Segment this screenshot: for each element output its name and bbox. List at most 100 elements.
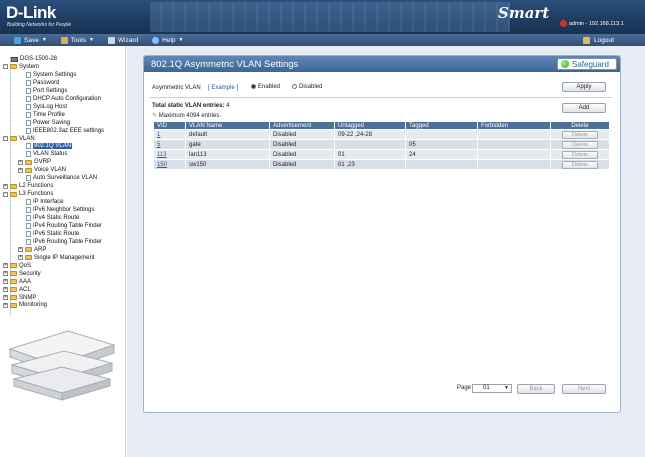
tree-item[interactable]: Password	[26, 79, 59, 87]
wizard-menu[interactable]: Wizard	[107, 36, 139, 44]
chevron-down-icon: ▼	[88, 37, 94, 43]
back-button[interactable]: Back	[517, 384, 555, 394]
add-button[interactable]: Add	[562, 103, 606, 113]
tree-item-label: L3 Functions	[19, 191, 54, 198]
expand-icon[interactable]: +	[18, 247, 23, 253]
apply-button[interactable]: Apply	[562, 82, 606, 92]
user-icon	[560, 20, 567, 27]
tree-item[interactable]: IP Interface	[26, 198, 64, 206]
save-menu[interactable]: Save ▼	[14, 36, 47, 44]
tree-item[interactable]: IPv4 Static Route	[26, 214, 79, 222]
page-icon	[26, 127, 31, 134]
tree-item[interactable]: + Monitoring	[3, 301, 47, 309]
tree-item[interactable]: System Settings	[26, 71, 76, 79]
tree-item[interactable]: Port Settings	[26, 87, 67, 95]
tree-item[interactable]: + Single IP Management	[18, 254, 95, 262]
tree-item[interactable]: DGS-1500-28	[11, 55, 57, 63]
safeguard-button[interactable]: Safeguard	[557, 58, 617, 70]
expand-icon[interactable]: +	[3, 287, 8, 293]
tree-item[interactable]: - VLAN	[3, 135, 35, 143]
tree-item[interactable]: DHCP Auto Configuration	[26, 95, 101, 103]
expand-icon[interactable]: +	[3, 295, 8, 300]
expand-icon[interactable]: +	[18, 167, 23, 173]
logout-button[interactable]: Logout	[583, 34, 614, 46]
vid-cell[interactable]: 150	[153, 159, 186, 170]
tree-item[interactable]: + Security	[3, 270, 41, 278]
tree-item[interactable]: IPv6 Static Route	[26, 230, 79, 238]
tree-item[interactable]: SysLog Host	[26, 103, 67, 111]
tree-item[interactable]: + L2 Functions	[3, 182, 53, 190]
col-forbidden: Forbidden	[477, 121, 551, 130]
delete-button[interactable]: Delete	[562, 160, 598, 169]
delete-button[interactable]: Delete	[562, 140, 598, 149]
total-entries-value: 4	[226, 103, 230, 109]
tree-item[interactable]: Time Profile	[26, 111, 65, 119]
help-menu[interactable]: Help ▼	[152, 36, 183, 44]
menu-bar: Save ▼ Tools ▼ Wizard Help ▼ Logout	[0, 34, 645, 46]
tree-item[interactable]: + AAA	[3, 278, 31, 286]
tree-item-label: L2 Functions	[19, 183, 54, 190]
untagged-cell: 09-22 ,24-28	[334, 129, 406, 140]
tree-item[interactable]: + QoS	[3, 262, 31, 270]
vlan-name-cell: sw150	[185, 159, 270, 170]
folder-icon	[10, 183, 17, 189]
asym-disabled-radio[interactable]: Disabled	[292, 84, 322, 90]
tree-item[interactable]: + GVRP	[18, 158, 51, 166]
folder-icon	[10, 263, 17, 269]
page-select[interactable]: 01 ▼	[472, 384, 512, 393]
collapse-icon[interactable]: -	[3, 136, 8, 141]
expand-icon[interactable]: +	[3, 263, 8, 269]
disabled-label: Disabled	[299, 84, 323, 91]
device-icon	[11, 56, 18, 62]
page-icon	[26, 230, 31, 237]
tree-item[interactable]: + ACL	[3, 286, 31, 294]
expand-icon[interactable]: +	[3, 183, 8, 189]
page-icon	[26, 215, 31, 221]
collapse-icon[interactable]: -	[3, 191, 8, 197]
tools-menu[interactable]: Tools ▼	[60, 36, 94, 44]
vid-cell[interactable]: 5	[153, 139, 186, 150]
untagged-cell	[334, 139, 406, 150]
page-icon	[26, 238, 31, 245]
vid-cell[interactable]: 113	[153, 149, 186, 160]
collapse-icon[interactable]: -	[3, 64, 8, 70]
expand-icon[interactable]: +	[3, 279, 8, 285]
vid-cell[interactable]: 1	[153, 129, 186, 140]
tree-item[interactable]: + Voice VLAN	[18, 166, 66, 174]
brand-tagline: Building Networks for People	[7, 22, 72, 28]
tree-item[interactable]: IPv4 Routing Table Finder	[26, 222, 102, 230]
tree-item[interactable]: IPv6 Routing Table Finder	[26, 238, 102, 246]
asym-enabled-radio[interactable]: Enabled	[251, 84, 280, 90]
user-label: admin - 192.168.113.1	[569, 20, 624, 27]
tree-item[interactable]: + SNMP	[3, 294, 36, 302]
chevron-down-icon: ▼	[41, 37, 47, 43]
tree-item[interactable]: - L3 Functions	[3, 190, 53, 198]
tree-item[interactable]: 802.1Q VLAN	[26, 142, 73, 150]
example-link[interactable]: [ Example ]	[208, 85, 238, 91]
header-banner: D-Link Building Networks for People Smar…	[0, 0, 645, 34]
tree-item-label: GVRP	[34, 159, 52, 166]
expand-icon[interactable]: +	[18, 159, 23, 165]
tree-item[interactable]: IEEE802.3az EEE settings	[26, 127, 104, 135]
expand-icon[interactable]: +	[3, 271, 8, 277]
tree-item-label: IEEE802.3az EEE settings	[33, 127, 105, 134]
tree-item-label: Voice VLAN	[34, 167, 67, 174]
tree-item[interactable]: VLAN Status	[26, 150, 67, 158]
tree-item-label: Monitoring	[19, 302, 48, 309]
next-button[interactable]: Next	[562, 384, 606, 394]
tree-item[interactable]: Power Saving	[26, 119, 70, 127]
wizard-icon	[107, 36, 115, 44]
tree-item-label: IPv6 Routing Table Finder	[33, 238, 102, 245]
delete-button[interactable]: Delete	[562, 130, 598, 139]
wizard-menu-label: Wizard	[117, 36, 139, 44]
tree-item[interactable]: + ARP	[18, 246, 46, 254]
delete-cell: Delete	[550, 149, 610, 160]
expand-icon[interactable]: +	[3, 302, 8, 308]
delete-button[interactable]: Delete	[562, 150, 598, 159]
tree-item-label: DGS-1500-28	[20, 56, 58, 62]
tree-item[interactable]: Auto Surveillance VLAN	[26, 174, 97, 182]
expand-icon[interactable]: +	[18, 255, 23, 261]
tree-item-label: ARP	[34, 246, 47, 253]
tree-item[interactable]: - System	[3, 63, 39, 71]
tree-item[interactable]: IPv6 Neighbor Settings	[26, 206, 94, 214]
